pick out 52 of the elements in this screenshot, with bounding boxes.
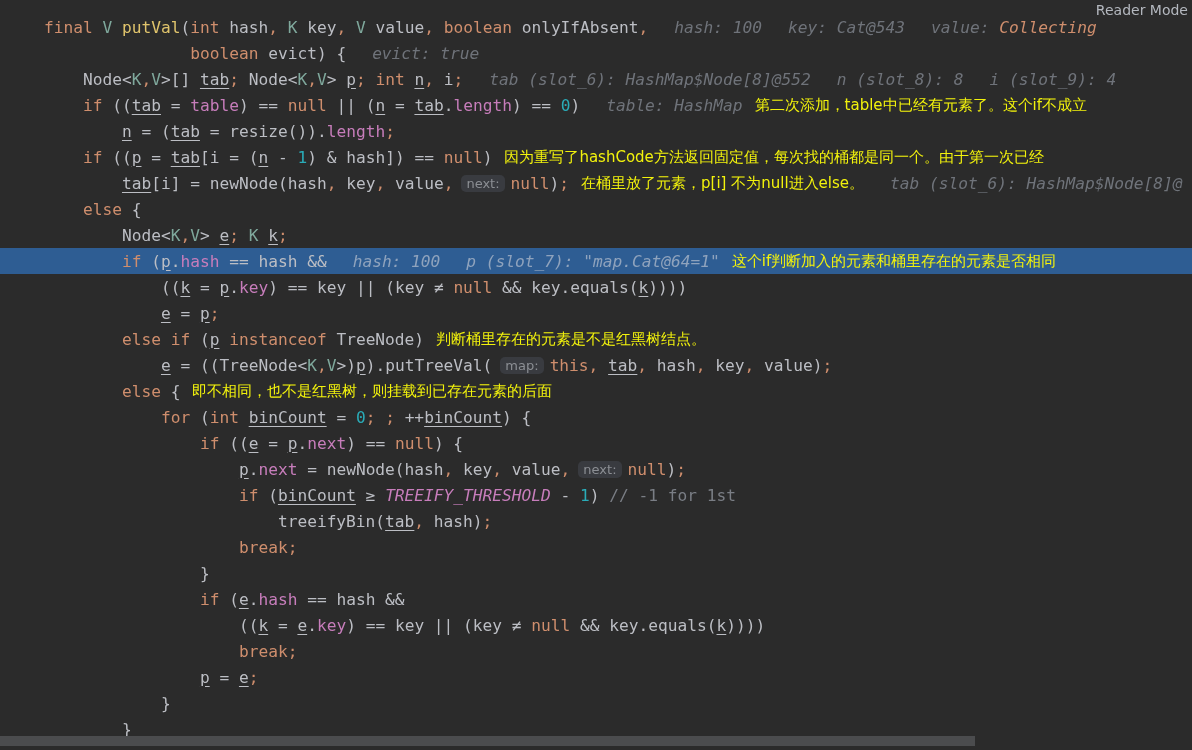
- code-text: else if (p instanceof TreeNode): [120, 329, 425, 349]
- parameter-hint: next:: [578, 460, 622, 478]
- inline-value-hint: i (slot_9): 4: [989, 69, 1117, 89]
- code-text: tab[i] = newNode(hash, key, value,: [120, 173, 454, 193]
- annotation-text: 第二次添加，table中已经有元素了。这个if不成立: [754, 95, 1088, 115]
- code-text: else {: [81, 199, 142, 219]
- code-text: e = ((TreeNode<K,V>)p).putTreeVal(: [159, 355, 493, 375]
- inline-value-hint: p (slot_7): "map.Cat@64=1": [466, 251, 720, 271]
- annotation-text: 即不相同，也不是红黑树，则挂载到已存在元素的后面: [192, 381, 553, 401]
- code-text: break;: [237, 537, 298, 557]
- code-text: if ((e = p.next) == null) {: [198, 433, 464, 453]
- parameter-hint: next:: [461, 174, 505, 192]
- code-text: else {: [120, 381, 181, 401]
- inline-value-hint: hash: 100: [674, 17, 763, 37]
- inline-value-hint: n (slot_8): 8: [836, 69, 964, 89]
- code-text: p = e;: [198, 667, 259, 687]
- code-text: break;: [237, 641, 298, 661]
- parameter-hint: map:: [500, 356, 544, 374]
- code-text: if ((p = tab[i = (n - 1) & hash]) == null): [81, 147, 493, 167]
- code-text: ((k = e.key) == key || (key ≠ null && key.equals(k)))): [237, 615, 766, 635]
- code-text: null);: [510, 173, 570, 193]
- code-text: boolean evict) {: [189, 43, 347, 63]
- inline-value-hint: evict: true: [372, 43, 480, 63]
- code-text: final V putVal(int hash, K key, V value, boolean onlyIfAbsent,: [44, 17, 649, 37]
- code-text: }: [198, 563, 210, 583]
- code-text: if ((tab = table) == null || (n = tab.length) == 0): [81, 95, 581, 115]
- inline-value-hint: key: Cat@543: [788, 17, 905, 37]
- code-text: Node<K,V>[] tab; Node<K,V> p; int n, i;: [81, 69, 464, 89]
- inline-value-hint: tab (slot_6): HashMap$Node[8]@: [890, 173, 1183, 193]
- inline-value-hint: value: Collecting: [931, 17, 1097, 37]
- code-text: ((k = p.key) == key || (key ≠ null && key.equals(k)))): [159, 277, 688, 297]
- code-text: }: [159, 693, 171, 713]
- code-text: for (int binCount = 0; ; ++binCount) {: [159, 407, 532, 427]
- code-text: p.next = newNode(hash, key, value,: [237, 459, 571, 479]
- code-text: if (p.hash == hash &&: [120, 251, 327, 271]
- code-text: if (binCount ≥ TREEIFY_THRESHOLD - 1) // -1 for 1st: [237, 485, 736, 505]
- inline-value-hint: hash: 100: [352, 251, 441, 271]
- annotation-text: 在桶里放了元素，p[i] 不为null进入else。: [581, 173, 864, 193]
- code-text: e = p;: [159, 303, 220, 323]
- inline-value-hint: tab (slot_6): HashMap$Node[8]@552: [489, 69, 811, 89]
- code-text: null);: [627, 459, 686, 479]
- horizontal-scrollbar[interactable]: [0, 736, 975, 746]
- reader-mode-link[interactable]: Reader Mode: [1095, 2, 1188, 14]
- annotation-text: 这个if判断加入的元素和桶里存在的元素是否相同: [731, 251, 1057, 271]
- code-text: if (e.hash == hash &&: [198, 589, 405, 609]
- code-text: Node<K,V> e; K k;: [120, 225, 288, 245]
- code-text: n = (tab = resize()).length;: [120, 121, 395, 141]
- inline-value-hint: table: HashMap: [606, 95, 743, 115]
- annotation-text: 判断桶里存在的元素是不是红黑树结点。: [436, 329, 707, 349]
- code-text: this, tab, hash, key, value);: [549, 355, 833, 375]
- annotation-text: 因为重写了hashCode方法返回固定值，每次找的桶都是同一个。由于第一次已经: [504, 147, 1044, 167]
- code-text: treeifyBin(tab, hash);: [276, 511, 493, 531]
